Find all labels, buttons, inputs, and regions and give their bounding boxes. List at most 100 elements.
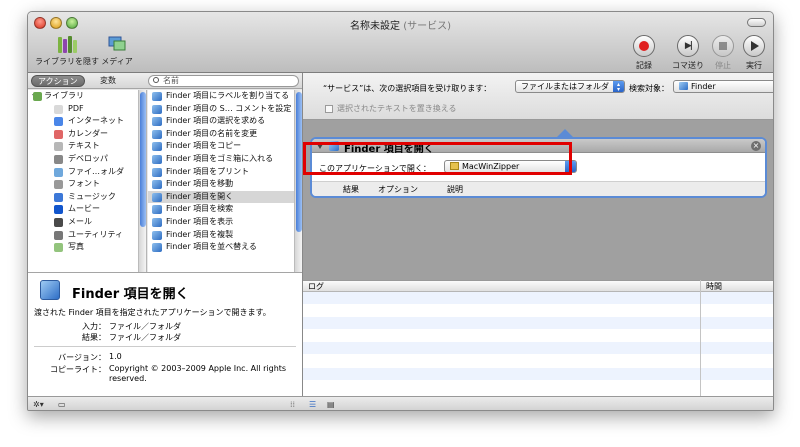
variables-tab[interactable]: 変数 (94, 75, 122, 87)
log-row (303, 317, 773, 330)
search-icon (153, 77, 159, 83)
gear-icon: ✲▾ (33, 400, 44, 409)
category-icon (54, 205, 63, 215)
log-row (303, 305, 773, 317)
action-list-item[interactable]: Finder 項目の名前を変更 (148, 128, 302, 141)
finder-icon (152, 117, 162, 127)
action-list-item[interactable]: Finder 項目の S… コメントを設定 (148, 103, 302, 116)
tab-description[interactable]: 説明 (447, 184, 463, 195)
input-label: 入力： (82, 322, 106, 331)
category-library[interactable]: ライブラリ (28, 90, 146, 103)
action-list-item[interactable]: Finder 項目を表示 (148, 216, 302, 229)
category-item[interactable]: ユーティリティ (28, 229, 146, 242)
target-app-label: 検索対象： (629, 84, 669, 93)
action-label: Finder 項目を表示 (166, 216, 234, 226)
action-description-pane: Finder 項目を開く 渡された Finder 項目を指定されたアプリケーショ… (28, 272, 302, 396)
gear-menu-button[interactable]: ✲▾ (33, 399, 44, 410)
step-button[interactable]: ▶| コマ送り (671, 35, 705, 71)
category-label: ユーティリティ (68, 229, 124, 239)
log-column-header[interactable]: ログ (308, 281, 324, 292)
finder-icon (152, 205, 162, 215)
action-search-field[interactable]: 名前 (148, 75, 299, 87)
finder-icon (152, 217, 162, 227)
close-icon[interactable]: × (751, 141, 761, 151)
finder-icon (152, 129, 162, 139)
category-item[interactable]: PDF (28, 103, 146, 116)
category-item[interactable]: 写真 (28, 241, 146, 254)
finder-icon (152, 92, 162, 101)
category-label: デベロッパ (68, 153, 108, 163)
category-scrollbar[interactable] (138, 90, 146, 272)
action-label: Finder 項目を複製 (166, 229, 234, 239)
category-item[interactable]: テキスト (28, 140, 146, 153)
log-view-button[interactable]: ▤ (327, 399, 335, 410)
finder-icon (40, 280, 60, 300)
category-label: フォント (68, 179, 100, 189)
category-item[interactable]: カレンダー (28, 128, 146, 141)
category-icon (54, 104, 63, 114)
tab-options[interactable]: オプション (378, 184, 418, 195)
tab-results[interactable]: 結果 (343, 184, 359, 195)
window-title: 名称未設定 (サービス) (350, 21, 451, 32)
action-scrollbar[interactable] (294, 90, 302, 272)
run-button[interactable]: 実行 (739, 35, 769, 71)
finder-icon (152, 142, 162, 152)
category-item[interactable]: デベロッパ (28, 153, 146, 166)
action-list-item[interactable]: Finder 項目を複製 (148, 229, 302, 242)
workflow-area[interactable]: “サービス”は、次の選択項目を受け取ります： ファイルまたはフォルダ ▴ ▾ 検索… (302, 73, 773, 280)
finder-small-icon (679, 82, 688, 90)
action-list-item[interactable]: Finder 項目を並べ替える (148, 241, 302, 254)
category-item[interactable]: メール (28, 216, 146, 229)
category-label: メール (68, 216, 92, 226)
action-list-item[interactable]: Finder 項目にラベルを割り当てる (148, 90, 302, 103)
action-list-item[interactable]: Finder 項目の選択を求める (148, 115, 302, 128)
list-icon: ☰ (309, 400, 317, 409)
category-item[interactable]: インターネット (28, 115, 146, 128)
category-icon (54, 167, 63, 177)
finder-icon (152, 180, 162, 190)
action-list-item[interactable]: Finder 項目をプリント (148, 166, 302, 179)
library-header: アクション 変数 名前 (28, 73, 302, 89)
log-row (303, 380, 773, 392)
category-label: インターネット (68, 116, 124, 126)
category-label: 写真 (68, 242, 84, 252)
replace-text-checkbox[interactable] (325, 105, 333, 113)
finder-icon (152, 192, 162, 202)
copyright-label: コピーライト： (50, 365, 106, 374)
action-list-item[interactable]: Finder 項目をゴミ箱に入れる (148, 153, 302, 166)
log-column-divider (700, 280, 701, 396)
target-app-popup[interactable]: Finder ▴▾ (673, 80, 773, 93)
action-list-item[interactable]: Finder 項目を移動 (148, 178, 302, 191)
description-text: 渡された Finder 項目を指定されたアプリケーションで開きます。 (34, 308, 271, 317)
category-scroll-thumb[interactable] (140, 92, 146, 227)
popup-arrows-icon: ▴ ▾ (613, 81, 624, 93)
log-row (303, 342, 773, 355)
input-type-popup[interactable]: ファイルまたはフォルダ ▴ ▾ (515, 80, 625, 93)
category-item[interactable]: ミュージック (28, 191, 146, 204)
category-item[interactable]: ファイ…ォルダ (28, 166, 146, 179)
action-list-item[interactable]: Finder 項目を検索 (148, 203, 302, 216)
stop-button[interactable]: 停止 (708, 35, 738, 71)
hide-library-button[interactable]: ライブラリを隠す (34, 35, 100, 67)
action-list-item[interactable]: Finder 項目をコピー (148, 140, 302, 153)
action-label: Finder 項目をコピー (166, 141, 242, 151)
category-icon (54, 192, 63, 202)
media-button[interactable]: メディア (100, 35, 134, 67)
time-column-header[interactable]: 時間 (706, 281, 722, 292)
toolbar-toggle-button[interactable] (747, 18, 766, 27)
description-toggle-button[interactable]: ▭ (58, 399, 66, 410)
action-list-item[interactable]: Finder 項目を開く (148, 190, 302, 204)
action-label: Finder 項目を検索 (166, 204, 234, 214)
category-icon (54, 154, 63, 164)
list-view-button[interactable]: ☰ (309, 399, 316, 410)
result-label: 結果： (82, 333, 106, 342)
actions-tab[interactable]: アクション (31, 75, 85, 87)
category-item[interactable]: ムービー (28, 203, 146, 216)
highlight-annotation (303, 142, 572, 175)
log-row (303, 292, 773, 304)
category-item[interactable]: フォント (28, 178, 146, 191)
split-resize-handle[interactable]: ⁞⁞ (290, 399, 295, 410)
record-button[interactable]: 記録 (629, 35, 659, 71)
toolbar: 名称未設定 (サービス) ライブラリを隠す メディア 記録 ▶| コマ送り 停止… (28, 12, 773, 73)
version-value: 1.0 (109, 352, 122, 361)
